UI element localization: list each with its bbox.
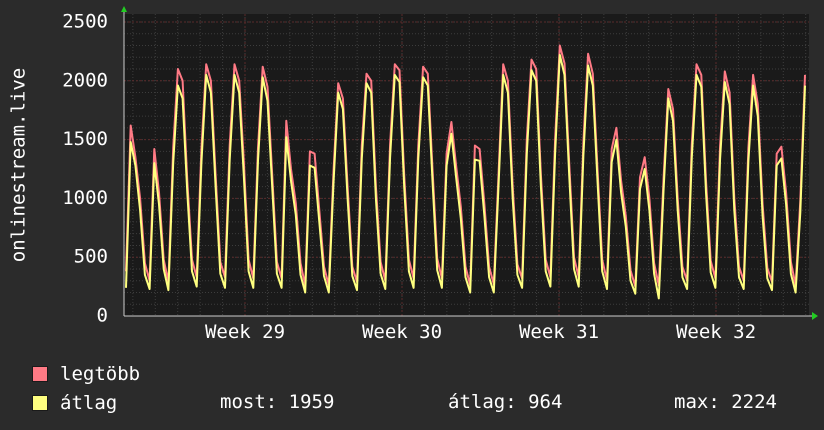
stat-current: most: 1959 — [220, 391, 335, 413]
legend-swatch-avg — [32, 395, 48, 411]
x-tick-labels: Week 29 Week 30 Week 31 Week 32 — [205, 321, 756, 343]
legend-item-avg: átlag — [32, 392, 118, 414]
legend-label-avg: átlag — [60, 392, 118, 414]
y-tick-label: 1000 — [62, 187, 108, 209]
x-tick-label: Week 29 — [205, 321, 285, 343]
y-tick-label: 1500 — [62, 128, 108, 150]
stat-max: max: 2224 — [674, 391, 777, 413]
y-tick-labels: 0 500 1000 1500 2000 2500 — [62, 11, 108, 327]
legend-label-max: legtöbb — [60, 363, 141, 385]
x-tick-label: Week 30 — [362, 321, 442, 343]
x-axis-arrow — [812, 312, 818, 320]
y-axis-arrow — [121, 6, 127, 12]
y-tick-label: 2000 — [62, 69, 108, 91]
x-tick-label: Week 32 — [676, 321, 756, 343]
stat-average: átlag: 964 — [448, 391, 563, 413]
y-tick-label: 0 — [97, 305, 108, 327]
legend-item-max: legtöbb — [32, 363, 141, 385]
y-axis-label: onlinestream.live — [8, 68, 30, 262]
x-tick-label: Week 31 — [519, 321, 599, 343]
legend-swatch-max — [32, 366, 48, 382]
y-tick-label: 2500 — [62, 11, 108, 33]
y-tick-label: 500 — [74, 246, 108, 268]
